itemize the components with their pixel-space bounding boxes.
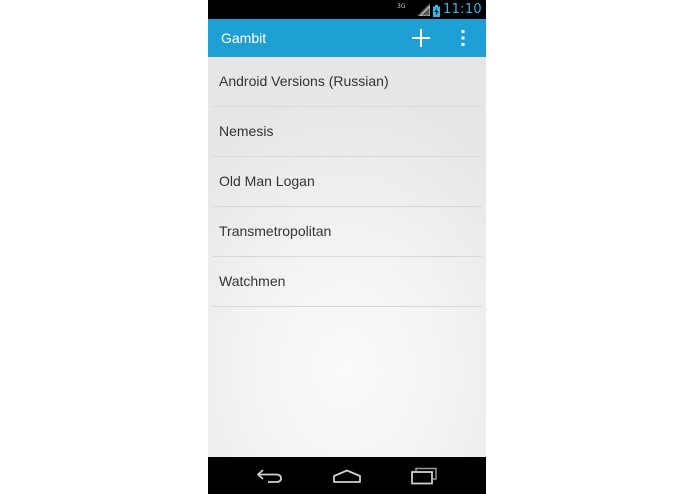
- status-clock: 11:10: [443, 2, 482, 17]
- add-button[interactable]: [408, 26, 434, 50]
- list-item-label: Transmetropolitan: [219, 223, 332, 239]
- overflow-menu-icon: [461, 30, 465, 46]
- action-bar: Gambit: [208, 19, 486, 57]
- list-item-label: Old Man Logan: [219, 173, 315, 189]
- list-item[interactable]: Watchmen: [212, 257, 482, 307]
- home-button[interactable]: [332, 465, 362, 487]
- navigation-bar: [208, 457, 486, 494]
- battery-charging-icon: [433, 4, 441, 17]
- app-title: Gambit: [221, 30, 267, 46]
- status-bar: 3G 11:10: [208, 0, 486, 19]
- recent-apps-button[interactable]: [409, 465, 439, 487]
- list-item-label: Watchmen: [219, 273, 286, 289]
- overflow-menu-button[interactable]: [456, 26, 470, 50]
- home-icon: [333, 469, 361, 483]
- back-button[interactable]: [255, 465, 285, 487]
- phone-screen: 3G 11:10 Gambit Android Versions (Russia…: [208, 0, 486, 494]
- list-item[interactable]: Nemesis: [212, 107, 482, 157]
- list-item-label: Nemesis: [219, 123, 274, 139]
- item-list: Android Versions (Russian) Nemesis Old M…: [208, 57, 486, 307]
- add-icon: [412, 29, 430, 47]
- status-icons: 3G 11:10: [397, 0, 482, 19]
- list-item-label: Android Versions (Russian): [219, 73, 389, 89]
- back-icon: [257, 469, 282, 483]
- content-area: Android Versions (Russian) Nemesis Old M…: [208, 57, 486, 457]
- list-item[interactable]: Android Versions (Russian): [212, 57, 482, 107]
- recent-apps-icon: [411, 467, 437, 485]
- network-type-label: 3G: [397, 3, 406, 10]
- signal-strength-icon: 3G: [397, 3, 431, 17]
- list-item[interactable]: Old Man Logan: [212, 157, 482, 207]
- list-item[interactable]: Transmetropolitan: [212, 207, 482, 257]
